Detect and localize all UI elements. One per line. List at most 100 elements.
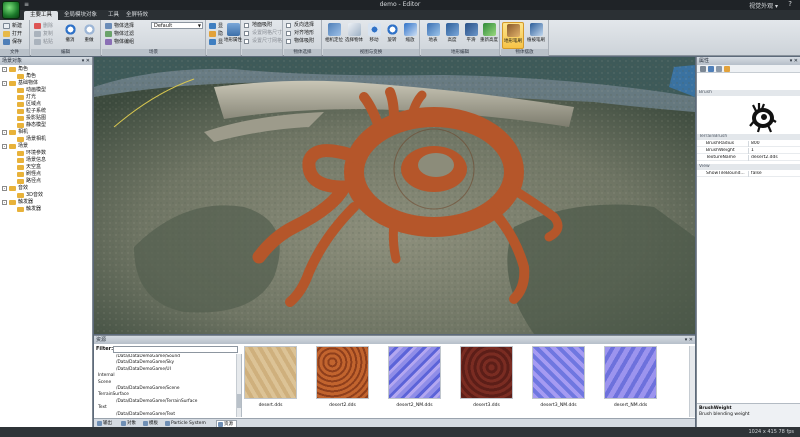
paste-button[interactable]: 粘贴 [34, 38, 53, 46]
tree-item[interactable]: - 音效 [0, 185, 92, 192]
title-bar: ≡ demo - Editor 视觉外观 ▾ ? [0, 0, 800, 19]
open-button[interactable]: 打开 [3, 30, 22, 38]
texture-thumbnail[interactable]: desert.dds [244, 346, 297, 410]
ground-snap-checkbox[interactable]: 地面吸附 [244, 22, 272, 29]
tree-item[interactable]: - 基础物体 [0, 80, 92, 87]
tree-item[interactable]: - 场景 [0, 143, 92, 150]
new-icon [3, 23, 10, 29]
show-all-button[interactable]: 显 [209, 38, 223, 46]
object-select-mode[interactable]: 物体选择 [105, 22, 134, 30]
category-brush[interactable]: Brush [697, 90, 800, 96]
property-pages-icon[interactable] [716, 66, 722, 72]
object-group-button[interactable]: 物体编组 [105, 38, 134, 46]
events-icon[interactable] [724, 66, 730, 72]
pin-icon[interactable]: ▾ ✕ [790, 57, 798, 65]
texture-thumbnail[interactable]: desert2_NM.dds [388, 346, 441, 410]
terrain-properties-button[interactable]: 地形属性 [222, 22, 244, 49]
tree-item[interactable]: 路径点 [0, 178, 92, 185]
terrain-render[interactable] [94, 57, 695, 334]
camera-locate-button[interactable]: 相机定位 [323, 22, 345, 49]
tree-item-label: 区域点 [26, 101, 42, 107]
property-row[interactable]: BrushWeight 1 [697, 148, 800, 154]
vegetation-brush-button[interactable]: 植被笔刷 [525, 22, 547, 49]
bottom-tab[interactable]: 模板 [142, 420, 158, 427]
tree-item[interactable]: 灯光 [0, 94, 92, 101]
tab-main-tools[interactable]: 主要工具 [24, 11, 59, 20]
tab-fullscreen-effects[interactable]: 全屏特效 [120, 11, 154, 20]
show-button[interactable]: 显 [209, 22, 223, 30]
3d-viewport[interactable] [94, 57, 695, 334]
help-icon[interactable]: ? [788, 0, 792, 8]
texture-thumbnail[interactable]: desert2.dds [316, 346, 369, 410]
tree-item[interactable]: 场景信息 [0, 157, 92, 164]
grid-size2-checkbox[interactable]: 设置尺寸网格 [244, 38, 282, 45]
property-value[interactable]: 800 [748, 141, 799, 147]
texture-thumbnail[interactable]: desert3_NM.dds [532, 346, 585, 410]
property-value[interactable]: false [748, 171, 799, 177]
terrain-brush-button[interactable]: 地形笔刷 [502, 22, 524, 49]
visual-style-menu[interactable]: 视觉外观 ▾ [749, 1, 778, 10]
tree-item[interactable]: 环境参数 [0, 150, 92, 157]
bottom-tab[interactable]: 资源 [216, 420, 237, 427]
property-value[interactable]: 1 [748, 148, 799, 154]
collapse-icon[interactable]: - [2, 130, 7, 135]
object-snap-checkbox[interactable]: 物体吸附 [286, 38, 314, 45]
camera-icon [327, 23, 341, 36]
property-row[interactable]: ShowTileBound... false [697, 171, 800, 177]
pin-icon[interactable]: ▾ ✕ [82, 57, 90, 65]
select-mode-combo[interactable]: Default ▼ [151, 22, 203, 29]
tree-item[interactable]: 刷怪点 [0, 171, 92, 178]
bottom-tab[interactable]: 对象 [120, 420, 136, 427]
select-object-button[interactable]: 选择物体 [343, 22, 365, 49]
tree-item[interactable]: 场景相机 [0, 136, 92, 143]
save-button[interactable]: 保存 [3, 38, 22, 46]
redo-button[interactable]: 重做 [78, 22, 100, 49]
tab-global-objects[interactable]: 全局模块对象 [58, 11, 103, 20]
collapse-icon[interactable]: - [2, 186, 7, 191]
grid-size-checkbox[interactable]: 设置网格尺寸 [244, 30, 282, 37]
tree-item[interactable]: - 角色 [0, 66, 92, 73]
property-row[interactable]: BrushRadius 800 [697, 141, 800, 147]
tree-item[interactable]: 粒子系统 [0, 108, 92, 115]
invert-select-checkbox[interactable]: 反向选择 [286, 22, 314, 29]
tree-item[interactable]: 触发器 [0, 206, 92, 213]
object-filter-button[interactable]: 物体过滤 [105, 30, 134, 38]
texture-thumbnail[interactable]: desert3.dds [460, 346, 513, 410]
category-view[interactable]: View [697, 164, 800, 170]
terrain-reheight-button[interactable]: 重新高度 [478, 22, 500, 49]
app-menu-button[interactable] [2, 1, 20, 19]
collapse-icon[interactable]: - [2, 67, 7, 72]
scroll-thumb[interactable] [237, 394, 241, 408]
scale-button[interactable]: 缩放 [399, 22, 421, 49]
tree-item[interactable]: 静态模型 [0, 122, 92, 129]
collapse-icon[interactable]: - [2, 144, 7, 149]
delete-button[interactable]: 删除 [34, 22, 53, 30]
property-value[interactable]: desert2.dds [748, 155, 799, 161]
collapse-icon[interactable]: - [2, 81, 7, 86]
sort-icon[interactable] [708, 66, 714, 72]
new-button[interactable]: 新建 [3, 22, 22, 30]
tree-item[interactable]: - 触发器 [0, 199, 92, 206]
tree-item[interactable]: 角色 [0, 73, 92, 80]
bottom-tab[interactable]: 输出 [96, 420, 112, 427]
texture-thumbnail[interactable]: desert_NM.dds [604, 346, 657, 410]
tree-item[interactable]: - 相机 [0, 129, 92, 136]
tree-item[interactable]: 区域点 [0, 101, 92, 108]
tree-item[interactable]: 投影贴图 [0, 115, 92, 122]
tree-item[interactable]: 天空盒 [0, 164, 92, 171]
align-terrain-checkbox[interactable]: 对齐地形 [286, 30, 314, 37]
collapse-icon[interactable]: - [2, 200, 7, 205]
property-row[interactable]: TextureName desert2.dds [697, 155, 800, 161]
bottom-tab[interactable]: Particle System [164, 420, 206, 427]
hide-button[interactable]: 隐 [209, 30, 223, 38]
tree-item[interactable]: 动画模型 [0, 87, 92, 94]
resource-item[interactable]: /Data/DataDemoGame/Text [94, 412, 241, 417]
tree-item[interactable]: 3D音效 [0, 192, 92, 199]
filter-input[interactable] [113, 346, 238, 353]
category-terrain-brush[interactable]: TerrainBrush [697, 134, 800, 140]
pin-icon[interactable]: ▾ ✕ [685, 336, 693, 344]
scrollbar[interactable] [236, 354, 241, 417]
categorized-icon[interactable] [700, 66, 706, 72]
copy-button[interactable]: 复制 [34, 30, 53, 38]
scrollbar[interactable] [689, 346, 695, 417]
